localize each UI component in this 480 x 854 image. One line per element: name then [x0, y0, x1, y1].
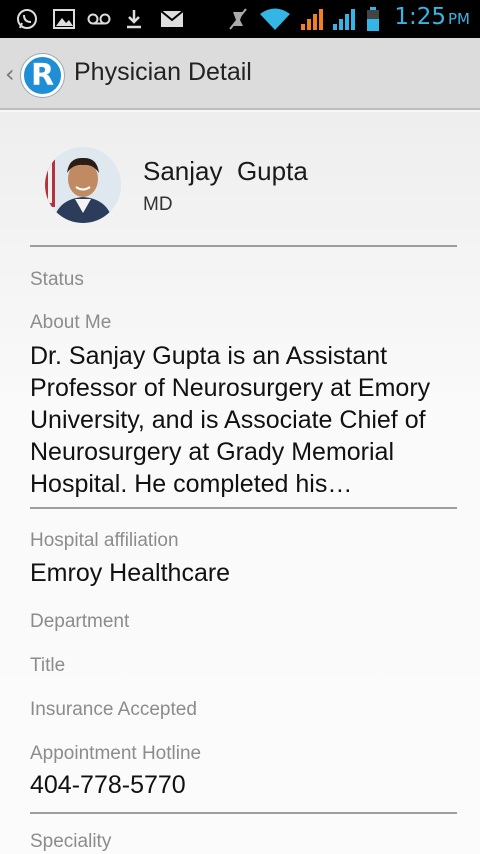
back-chevron-icon[interactable]: ‹: [5, 60, 15, 88]
avatar: [45, 147, 121, 223]
whatsapp-icon: [14, 7, 40, 31]
status-time: 1:25 PM: [394, 4, 470, 30]
mute-icon: [226, 7, 250, 31]
wifi-icon: [258, 7, 292, 31]
divider: [30, 507, 457, 509]
action-bar: ‹ R Physician Detail: [0, 38, 480, 110]
appointment-hotline-value[interactable]: 404-778-5770: [30, 771, 186, 800]
divider: [30, 245, 457, 247]
physician-credential: MD: [143, 194, 173, 215]
hospital-affiliation-value: Emroy Healthcare: [30, 559, 231, 587]
status-ampm: PM: [448, 10, 470, 28]
page-title: Physician Detail: [74, 58, 252, 86]
speciality-label: Speciality: [30, 831, 112, 852]
title-label: Title: [30, 655, 66, 676]
department-label: Department: [30, 611, 130, 632]
insurance-accepted-label: Insurance Accepted: [30, 699, 197, 720]
app-logo-button[interactable]: R: [21, 54, 64, 97]
status-bar: 1:25 PM: [0, 0, 480, 38]
status-label: Status: [30, 269, 84, 290]
mail-icon: [160, 7, 184, 31]
about-me-label: About Me: [30, 312, 112, 333]
about-me-text: Dr. Sanjay Gupta is an Assistant Profess…: [30, 342, 431, 498]
hospital-affiliation-label: Hospital affiliation: [30, 530, 179, 551]
voicemail-icon: [86, 7, 112, 31]
physician-detail-content[interactable]: Sanjay Gupta MD Status About Me Dr. Sanj…: [0, 112, 480, 854]
image-icon: [52, 7, 76, 31]
app-logo-letter: R: [30, 58, 55, 93]
physician-name: Sanjay Gupta: [143, 156, 308, 186]
divider: [30, 812, 457, 814]
download-icon: [124, 7, 144, 31]
signal-icon: [299, 7, 325, 31]
battery-icon: [365, 7, 381, 31]
appointment-hotline-label: Appointment Hotline: [30, 743, 202, 764]
signal-icon: [331, 7, 357, 31]
